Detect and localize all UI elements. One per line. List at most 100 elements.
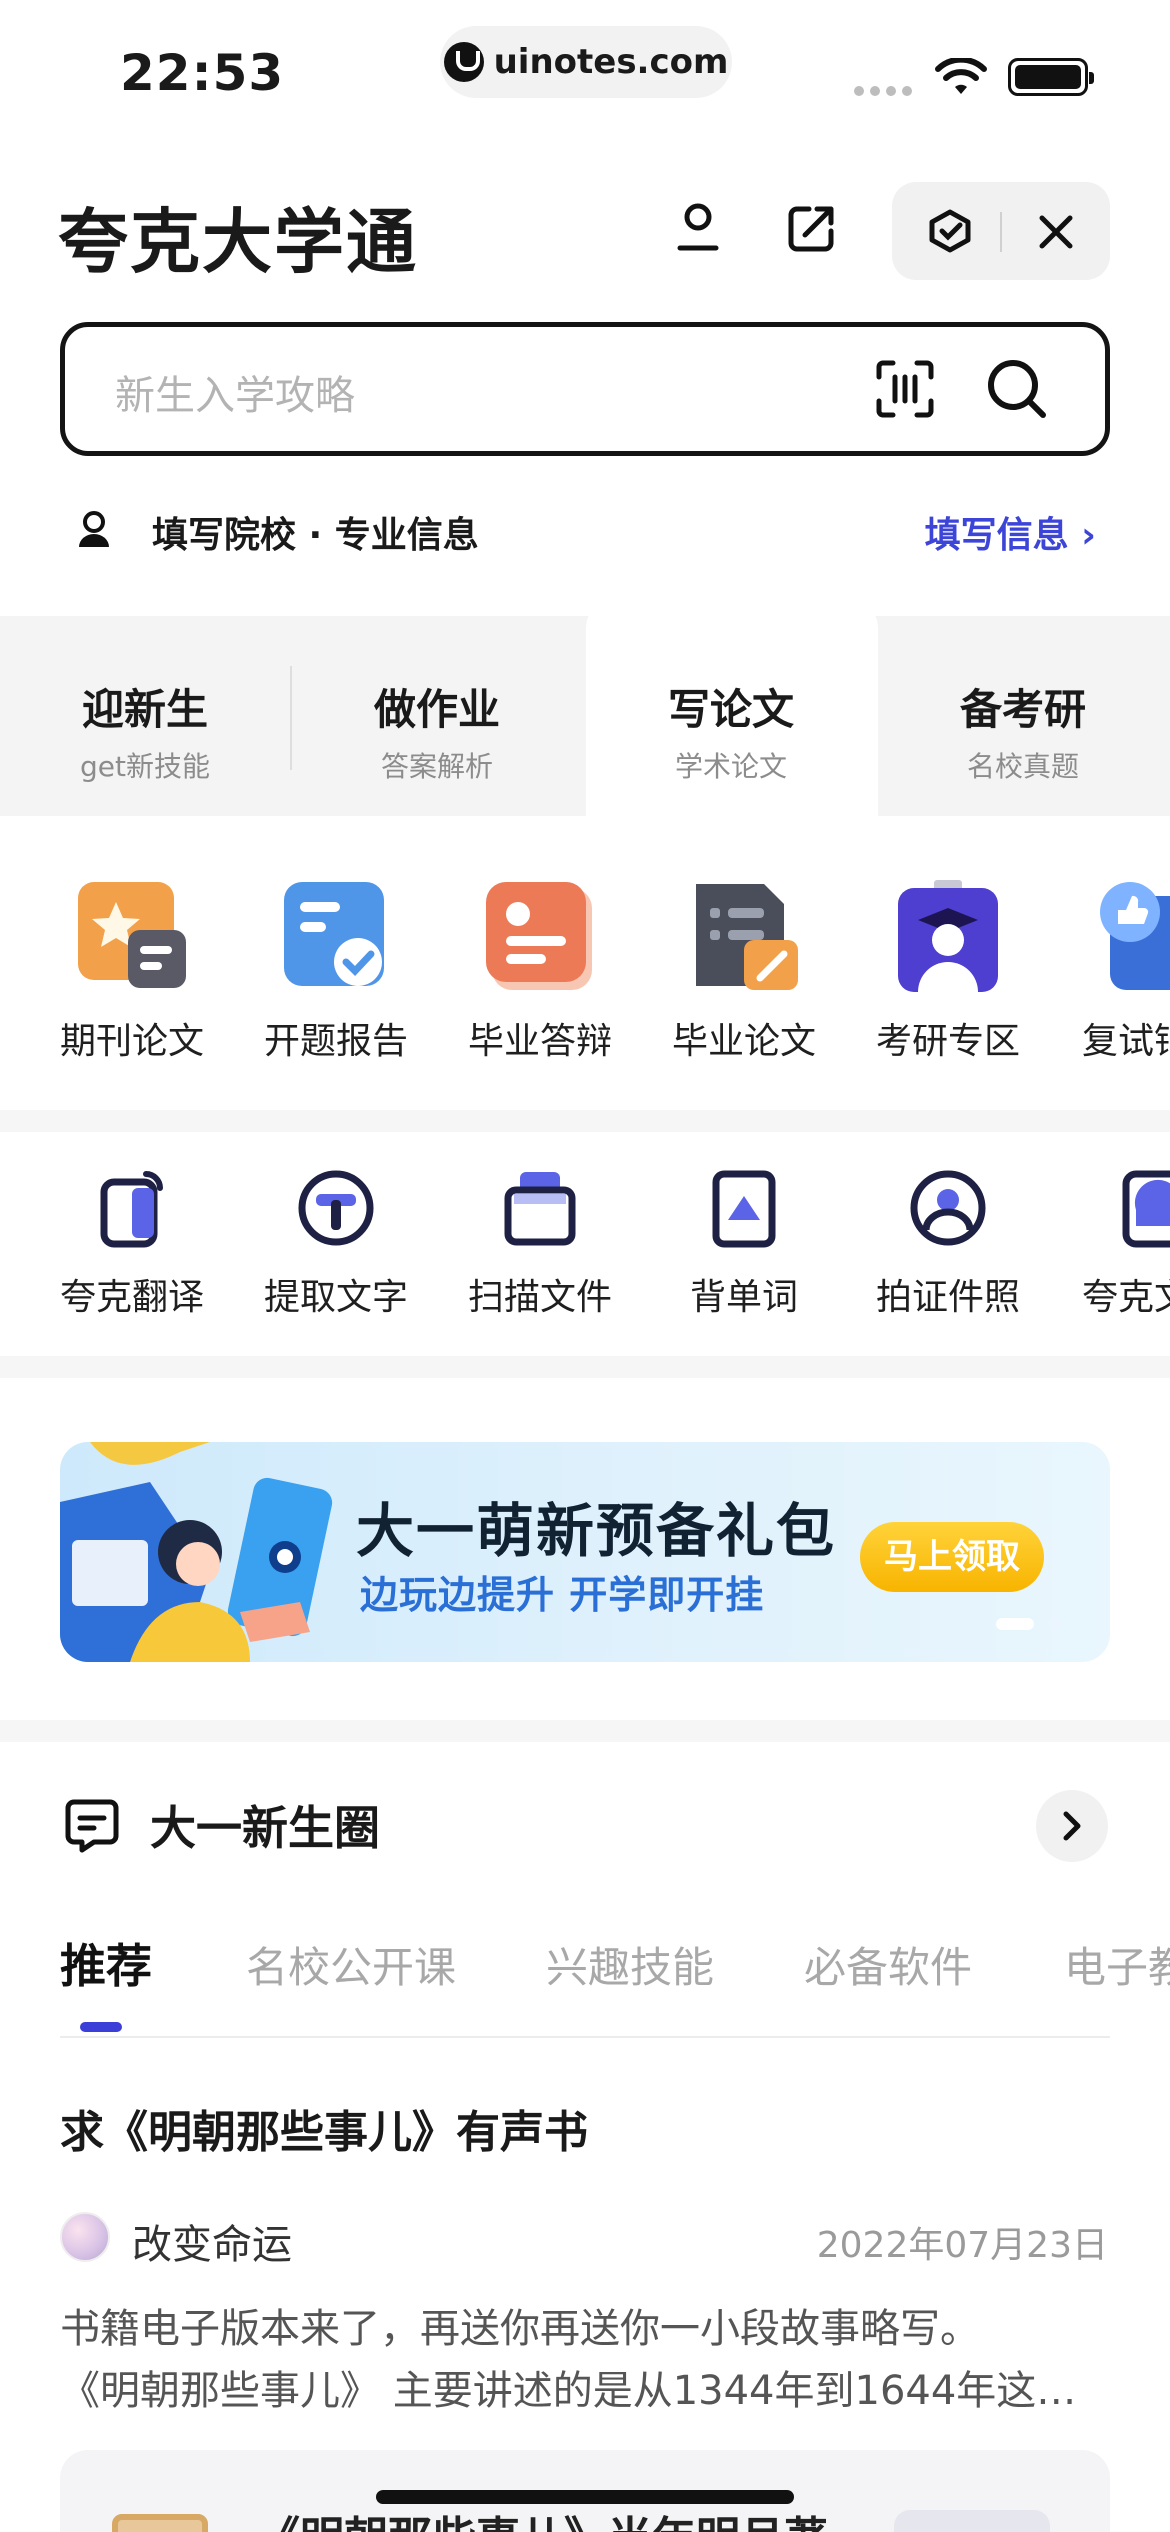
tool-label: 复试锦 [1082,1021,1170,1062]
tool-vocabulary[interactable]: 背单词 [654,1166,834,1320]
graduation-defense-icon [484,880,596,992]
section-divider [0,1356,1170,1378]
post-author[interactable]: 改变命运 [132,2212,292,2270]
tool-label: 开题报告 [263,1021,408,1062]
mini-program-capsule [892,182,1110,280]
extract-text-icon [294,1166,378,1250]
avatar[interactable] [60,2212,110,2262]
tool-label: 毕业答辩 [467,1021,612,1062]
tool-scan-file[interactable]: 扫描文件 [450,1166,630,1320]
tool-label: 扫描文件 [467,1277,612,1318]
divider [60,2036,1110,2038]
claim-now-button[interactable]: 马上领取 [860,1522,1044,1592]
feed-tab-open-courses[interactable]: 名校公开课 [246,1934,456,1995]
feed-tab-interest-skills[interactable]: 兴趣技能 [546,1934,714,1995]
home-indicator[interactable] [376,2490,794,2504]
section-divider [0,1110,1170,1132]
tool-label: 夸克翻译 [59,1277,204,1318]
tab-title: 备考研 [959,685,1086,734]
user-icon [79,511,109,547]
scan-file-icon [498,1166,582,1250]
url-text: uinotes.com [493,42,729,82]
tab-subtitle: 学术论文 [674,750,787,783]
share-icon [788,206,834,252]
circle-more-button[interactable] [1036,1790,1108,1862]
post-body[interactable]: 书籍电子版本来了，再送你再送你一小段故事略写。 《明朝那些事儿》 主要讲述的是从… [60,2298,1116,2422]
tool-label: 毕业论文 [671,1021,816,1062]
profile-button[interactable] [666,196,730,260]
fill-info-link[interactable]: 填写信息 › [925,506,1096,558]
close-icon[interactable] [1038,214,1074,250]
tool-journal-paper[interactable]: 期刊论文 [42,880,222,1064]
status-bar: 22:53 uinotes.com [0,0,1170,140]
share-button[interactable] [780,196,844,260]
post-body-line: 书籍电子版本来了，再送你再送你一小段故事略写。 [60,2306,980,2352]
tab-postgrad-exam[interactable]: 备考研 名校真题 [898,676,1148,785]
uinotes-logo-icon [443,42,484,82]
postgrad-zone-icon [892,880,1004,992]
search-box[interactable]: 新生入学攻略 [60,322,1110,456]
school-info-row[interactable]: 填写院校 · 专业信息 填写信息 › [76,500,1096,560]
book-thumbnail [112,2514,208,2532]
banner-title: 大一萌新预备礼包 [356,1497,837,1565]
url-pill[interactable]: uinotes.com [440,26,732,98]
feed-tab-ebooks[interactable]: 电子教 [1064,1934,1170,1995]
tool-quark-doc[interactable]: 夸克文 [1062,1166,1170,1320]
carousel-dot [1050,1618,1062,1630]
tool-proposal-report[interactable]: 开题报告 [246,880,426,1064]
chevron-right-icon [1063,1811,1081,1841]
attachment-tag [894,2510,1050,2532]
freshman-illustration-icon [60,1442,333,1662]
favorite-check-icon[interactable] [926,208,974,254]
tool-label: 背单词 [689,1277,798,1318]
tool-graduation-thesis[interactable]: 毕业论文 [654,880,834,1064]
id-photo-icon [906,1166,990,1250]
post-body-line: 《明朝那些事儿》 主要讲述的是从1344年到1644年这… [60,2368,1077,2414]
search-input[interactable]: 新生入学攻略 [115,363,355,421]
scan-icon[interactable] [875,359,935,419]
quark-doc-icon [1120,1166,1170,1250]
post-date: 2022年07月23日 [816,2225,1108,2266]
cellular-signal-icon [854,86,912,96]
carousel-dot-active [996,1618,1034,1630]
circle-title: 大一新生圈 [150,1801,380,1855]
tab-subtitle: get新技能 [80,750,210,783]
status-time: 22:53 [120,44,285,102]
tab-subtitle: 答案解析 [380,750,493,783]
journal-paper-icon [76,880,188,992]
tab-subtitle: 名校真题 [966,750,1079,783]
feed-tab-essential-software[interactable]: 必备软件 [804,1934,972,1995]
banner-subtitle: 边玩边提升 开学即开挂 [360,1573,765,1617]
tool-retest[interactable]: 复试锦 [1062,880,1170,1064]
wifi-icon [935,58,987,94]
tab-title: 做作业 [373,685,500,734]
tab-welcome-freshmen[interactable]: 迎新生 get新技能 [20,676,270,785]
promo-banner[interactable]: 大一萌新预备礼包 边玩边提升 开学即开挂 马上领取 [60,1442,1110,1662]
proposal-report-icon [280,880,392,992]
attachment-title: 《明朝那些事儿》当年明月著 [256,2502,828,2532]
info-label: 填写院校 · 专业信息 [152,515,479,556]
tool-extract-text[interactable]: 提取文字 [246,1166,426,1320]
chat-bubble-icon [65,1799,119,1853]
tab-homework[interactable]: 做作业 答案解析 [312,676,562,785]
tab-write-paper[interactable]: 写论文 学术论文 [606,676,856,785]
tool-label: 拍证件照 [875,1277,1020,1318]
user-icon [677,203,719,251]
tool-label: 提取文字 [263,1277,408,1318]
graduation-thesis-icon [688,880,800,992]
active-tab-indicator [80,2022,122,2032]
post-title[interactable]: 求《明朝那些事儿》有声书 [60,2096,588,2160]
tool-label: 夸克文 [1082,1277,1170,1318]
tool-quark-translate[interactable]: 夸克翻译 [42,1166,222,1320]
tool-label: 考研专区 [875,1021,1020,1062]
retest-icon [1098,880,1170,992]
vocabulary-icon [702,1166,786,1250]
search-icon[interactable] [985,357,1049,421]
tool-id-photo[interactable]: 拍证件照 [858,1166,1038,1320]
battery-icon [1008,58,1094,96]
tool-postgrad-zone[interactable]: 考研专区 [858,880,1038,1064]
tool-graduation-defense[interactable]: 毕业答辩 [450,880,630,1064]
divider [290,666,292,770]
feed-tab-recommended[interactable]: 推荐 [60,1930,152,1996]
section-divider [0,1720,1170,1742]
